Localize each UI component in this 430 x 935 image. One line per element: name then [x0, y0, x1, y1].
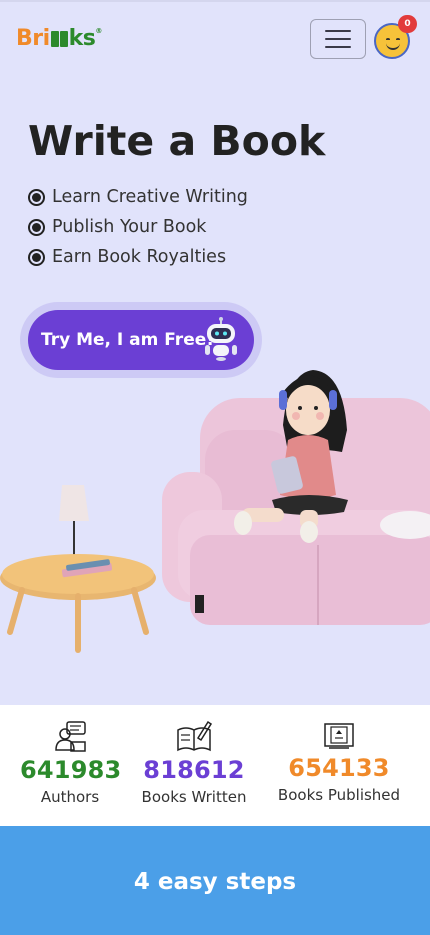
stat-label: Authors [40, 788, 100, 806]
bullet-text: Publish Your Book [52, 217, 207, 237]
table-illustration [0, 554, 156, 653]
stat-authors: 641983 Authors [20, 720, 122, 806]
stats-section: 641983 Authors 818612 Books Written 6541… [0, 705, 430, 826]
radio-bullet-icon [28, 188, 45, 206]
hero-bullet-list: Learn Creative Writing Publish Your Book… [28, 182, 248, 272]
bullet-text: Earn Book Royalties [52, 247, 227, 267]
hero-section: Bri ks ® 0 Write a Book Learn Creative W… [0, 0, 430, 705]
cta-label: Try Me, I am Free! [41, 330, 215, 350]
bullet-item: Learn Creative Writing [28, 182, 248, 212]
lamp-illustration [59, 485, 89, 562]
try-me-free-button[interactable]: Try Me, I am Free! [28, 310, 254, 370]
bribooks-logo[interactable]: Bri ks ® [16, 26, 102, 51]
menu-bar [325, 38, 351, 40]
stat-value: 654133 [288, 754, 390, 782]
reading-girl-illustration [0, 370, 430, 653]
stat-value: 818612 [143, 756, 245, 784]
easy-steps-section: 4 easy steps [0, 826, 430, 935]
stat-label: Books Written [141, 788, 247, 806]
stat-value: 641983 [20, 756, 122, 784]
author-icon [55, 721, 86, 752]
robot-icon [205, 317, 237, 361]
section-title: 4 easy steps [133, 868, 297, 895]
avatar-smile [386, 43, 400, 50]
avatar-eye [396, 38, 400, 41]
book-writing-icon [177, 720, 212, 752]
menu-bar [325, 30, 351, 32]
hero-title: Write a Book [28, 117, 326, 165]
radio-bullet-icon [28, 248, 45, 266]
bullet-text: Learn Creative Writing [52, 187, 248, 207]
stat-label: Books Published [277, 786, 401, 804]
bullet-item: Publish Your Book [28, 212, 248, 242]
published-book-icon [324, 723, 354, 749]
notification-badge: 0 [398, 15, 417, 33]
hamburger-menu-button[interactable] [310, 19, 366, 59]
books-logo-icon [50, 30, 68, 47]
avatar-eye [386, 38, 390, 41]
radio-bullet-icon [28, 218, 45, 236]
stat-books-written: 818612 Books Written [137, 720, 251, 806]
bullet-item: Earn Book Royalties [28, 242, 248, 272]
stat-books-published: 654133 Books Published [272, 722, 406, 804]
menu-bar [325, 46, 351, 48]
top-border [0, 0, 430, 2]
